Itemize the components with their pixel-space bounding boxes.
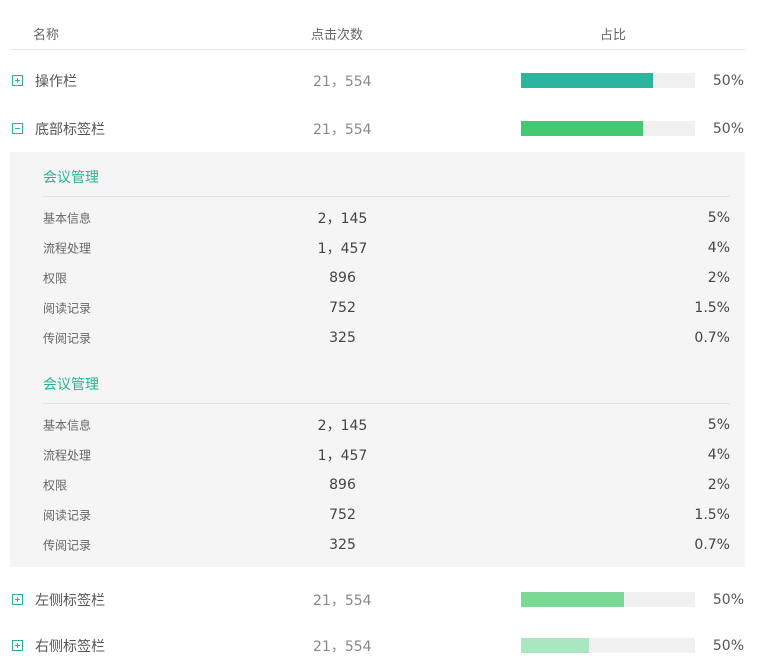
ratio-bar-fill bbox=[521, 592, 624, 607]
detail-row: 流程处理 1，457 4% bbox=[10, 233, 745, 263]
group-title: 会议管理 bbox=[43, 377, 99, 393]
stats-table: 名称 点击次数 占比 操作栏 21，554 50% 底部标签栏 21，554 5… bbox=[10, 0, 745, 662]
detail-row: 权限 896 2% bbox=[10, 470, 745, 500]
detail-row: 传阅记录 325 0.7% bbox=[10, 323, 745, 353]
collapse-icon[interactable] bbox=[12, 123, 23, 134]
detail-percent: 2% bbox=[707, 477, 730, 493]
ratio-bar-fill bbox=[521, 638, 589, 653]
detail-percent: 1.5% bbox=[694, 507, 730, 523]
detail-row: 阅读记录 752 1.5% bbox=[10, 293, 745, 323]
detail-percent: 1.5% bbox=[694, 300, 730, 316]
detail-label: 传阅记录 bbox=[43, 331, 92, 346]
expand-icon[interactable] bbox=[12, 640, 23, 651]
table-row[interactable]: 底部标签栏 21，554 50% bbox=[10, 105, 745, 153]
detail-row: 权限 896 2% bbox=[10, 263, 745, 293]
detail-count: 752 bbox=[329, 300, 356, 316]
row-percent: 50% bbox=[712, 73, 744, 89]
row-count: 21，554 bbox=[313, 593, 372, 609]
table-row[interactable]: 操作栏 21，554 50% bbox=[10, 57, 745, 105]
detail-label: 基本信息 bbox=[43, 211, 92, 226]
detail-count: 325 bbox=[329, 537, 356, 553]
detail-panel: 会议管理 基本信息 2，145 5% 流程处理 1，457 4% 权限 896 … bbox=[10, 152, 745, 567]
detail-row: 阅读记录 752 1.5% bbox=[10, 500, 745, 530]
row-count: 21，554 bbox=[313, 74, 372, 90]
row-label: 操作栏 bbox=[35, 74, 77, 90]
detail-label: 阅读记录 bbox=[43, 301, 92, 316]
detail-label: 流程处理 bbox=[43, 448, 92, 463]
detail-count: 752 bbox=[329, 507, 356, 523]
detail-count: 2，145 bbox=[317, 418, 368, 434]
detail-count: 1，457 bbox=[317, 448, 368, 464]
detail-count: 896 bbox=[329, 477, 356, 493]
header-ratio: 占比 bbox=[600, 28, 627, 43]
row-percent: 50% bbox=[712, 592, 744, 608]
ratio-bar bbox=[521, 592, 695, 607]
detail-percent: 5% bbox=[707, 417, 730, 433]
detail-label: 阅读记录 bbox=[43, 508, 92, 523]
row-count: 21，554 bbox=[313, 122, 372, 138]
ratio-bar bbox=[521, 638, 695, 653]
detail-percent: 4% bbox=[707, 447, 730, 463]
detail-percent: 4% bbox=[707, 240, 730, 256]
group-divider bbox=[43, 403, 730, 404]
detail-percent: 0.7% bbox=[694, 537, 730, 553]
ratio-bar-fill bbox=[521, 121, 643, 136]
table-header: 名称 点击次数 占比 bbox=[10, 0, 745, 50]
ratio-bar bbox=[521, 121, 695, 136]
header-count: 点击次数 bbox=[311, 28, 364, 43]
row-label: 右侧标签栏 bbox=[35, 639, 105, 655]
group-divider bbox=[43, 196, 730, 197]
detail-label: 权限 bbox=[43, 478, 68, 493]
expand-icon[interactable] bbox=[12, 75, 23, 86]
row-label: 左侧标签栏 bbox=[35, 593, 105, 609]
row-percent: 50% bbox=[712, 121, 744, 137]
detail-row: 基本信息 2，145 5% bbox=[10, 203, 745, 233]
row-label: 底部标签栏 bbox=[35, 122, 105, 138]
detail-count: 1，457 bbox=[317, 241, 368, 257]
detail-percent: 2% bbox=[707, 270, 730, 286]
detail-count: 325 bbox=[329, 330, 356, 346]
detail-label: 基本信息 bbox=[43, 418, 92, 433]
expand-icon[interactable] bbox=[12, 594, 23, 605]
ratio-bar bbox=[521, 73, 695, 88]
detail-count: 2，145 bbox=[317, 211, 368, 227]
detail-percent: 0.7% bbox=[694, 330, 730, 346]
detail-row: 基本信息 2，145 5% bbox=[10, 410, 745, 440]
detail-count: 896 bbox=[329, 270, 356, 286]
row-percent: 50% bbox=[712, 638, 744, 654]
detail-label: 传阅记录 bbox=[43, 538, 92, 553]
detail-row: 传阅记录 325 0.7% bbox=[10, 530, 745, 560]
detail-percent: 5% bbox=[707, 210, 730, 226]
table-row[interactable]: 右侧标签栏 21，554 50% bbox=[10, 622, 745, 670]
ratio-bar-fill bbox=[521, 73, 654, 88]
detail-label: 流程处理 bbox=[43, 241, 92, 256]
group-title: 会议管理 bbox=[43, 170, 99, 186]
row-count: 21，554 bbox=[313, 639, 372, 655]
detail-row: 流程处理 1，457 4% bbox=[10, 440, 745, 470]
header-name: 名称 bbox=[33, 28, 60, 43]
detail-label: 权限 bbox=[43, 271, 68, 286]
table-row[interactable]: 左侧标签栏 21，554 50% bbox=[10, 576, 745, 624]
